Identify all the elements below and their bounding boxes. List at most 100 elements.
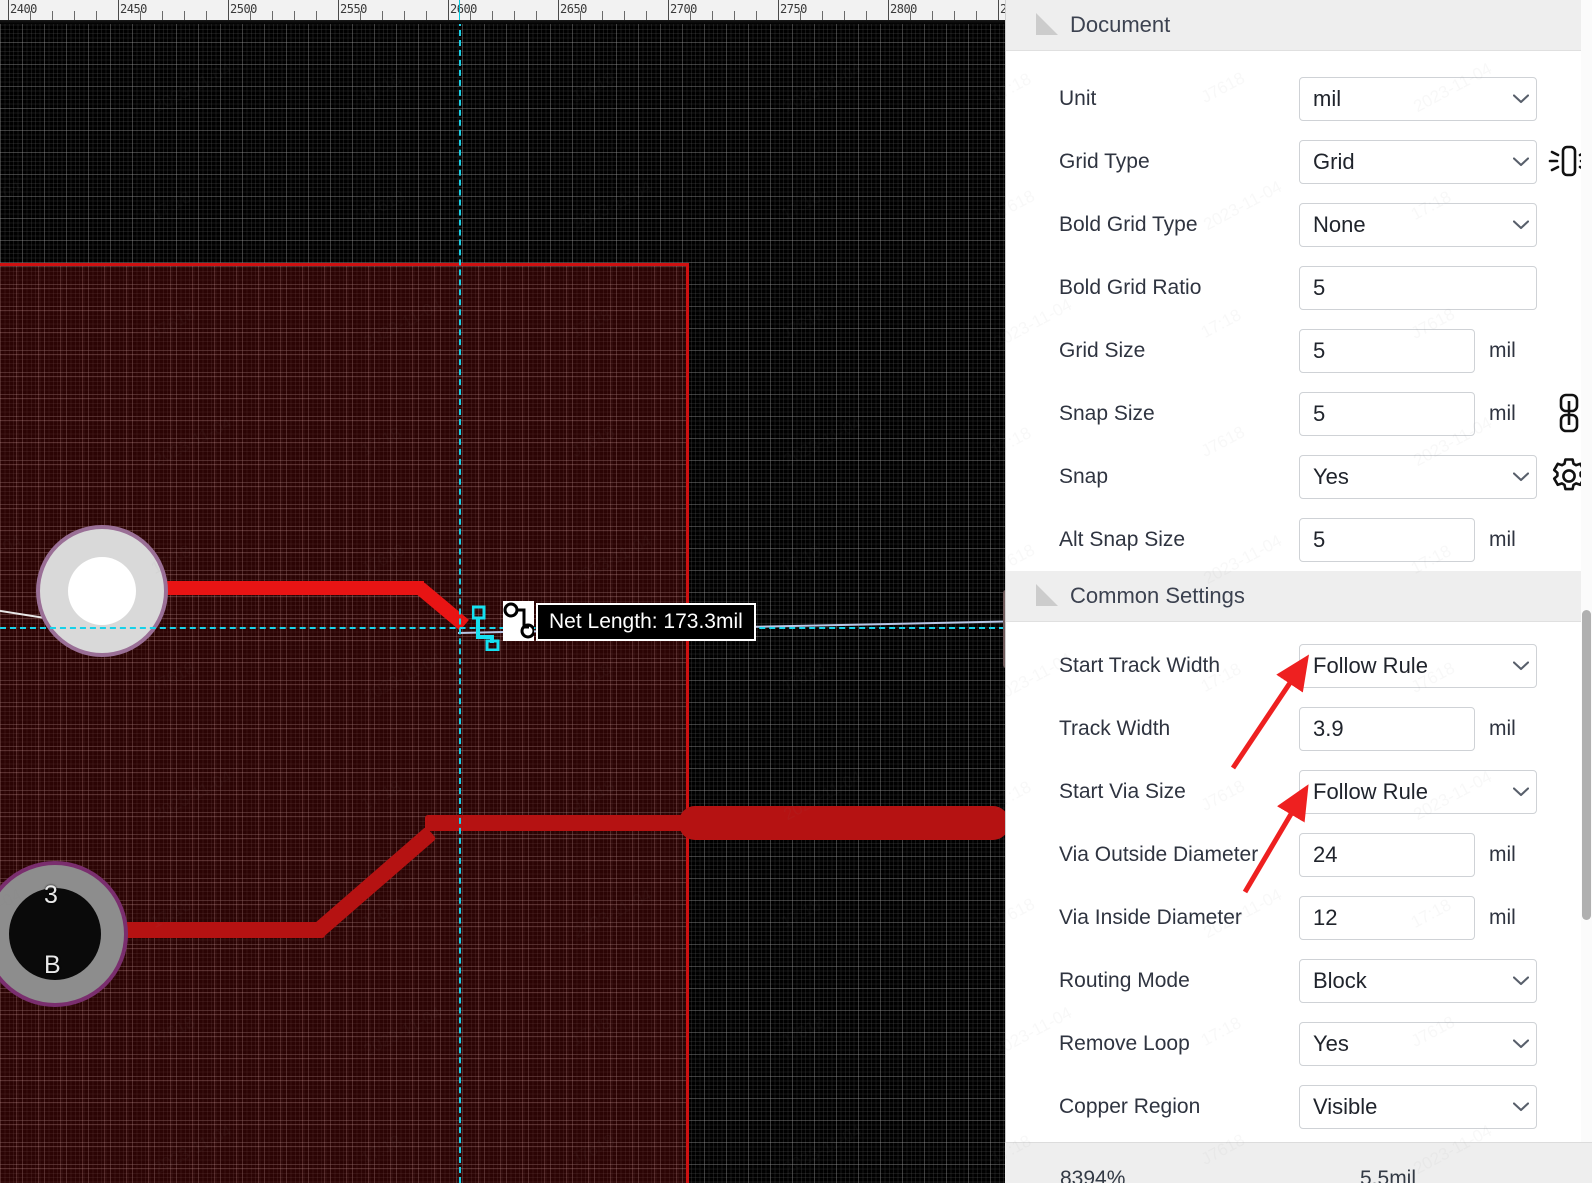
trace-segment-thick-right[interactable]: [679, 806, 1005, 840]
pad-highlighted[interactable]: [36, 525, 168, 657]
select-start-via-size[interactable]: Follow Rule: [1299, 769, 1537, 814]
select-routing-mode[interactable]: Block: [1299, 958, 1537, 1003]
status-bar: 8394% 5.5mil: [1005, 1142, 1592, 1183]
ruler-tick-minor: [470, 11, 471, 20]
ruler-tick-minor: [580, 11, 581, 20]
ruler-tick-minor: [294, 11, 295, 20]
chevron-down-icon[interactable]: [1506, 93, 1536, 104]
label-unit: Unit: [1059, 86, 1097, 110]
value-alt-snap-size: 5: [1313, 526, 1326, 552]
select-bold-grid-type[interactable]: None: [1299, 202, 1537, 247]
panel-collapse-handle[interactable]: [1003, 590, 1005, 668]
ruler-tick-minor: [624, 11, 625, 20]
trace-segment-horizontal-bottom-mid[interactable]: [425, 815, 683, 831]
row-grid-type: Grid Type Grid: [1006, 130, 1592, 193]
ruler-tick-major: [118, 0, 119, 20]
chevron-down-icon[interactable]: [1506, 156, 1536, 167]
ruler-tick-minor: [206, 11, 207, 20]
chevron-down-icon[interactable]: [1506, 219, 1536, 230]
input-alt-snap-size[interactable]: 5: [1299, 517, 1475, 562]
ruler-tick-minor: [426, 11, 427, 20]
input-bold-grid-ratio[interactable]: 5: [1299, 265, 1537, 310]
panel-scrollbar[interactable]: [1581, 0, 1592, 1183]
ruler-label: 2500: [230, 2, 257, 16]
section-title: Common Settings: [1070, 583, 1245, 608]
chevron-down-icon[interactable]: [1506, 660, 1536, 671]
ruler-tick-minor: [954, 11, 955, 20]
trace-segment-horizontal-bottom-left[interactable]: [110, 922, 325, 938]
value-start-via-size: Follow Rule: [1313, 778, 1428, 804]
unit-grid-size: mil: [1489, 338, 1516, 362]
chevron-down-icon[interactable]: [1506, 1101, 1536, 1112]
input-via-inside-diameter[interactable]: 12: [1299, 895, 1475, 940]
label-start-via-size: Start Via Size: [1059, 779, 1186, 803]
input-track-width[interactable]: 3.9: [1299, 706, 1475, 751]
ruler-tick-minor: [250, 11, 251, 20]
value-track-width: 3.9: [1313, 715, 1344, 741]
row-remove-loop: Remove Loop Yes: [1006, 1012, 1592, 1075]
row-bold-grid-type: Bold Grid Type None: [1006, 193, 1592, 256]
chevron-down-icon[interactable]: [1506, 786, 1536, 797]
ruler-tick-minor: [96, 11, 97, 20]
label-track-width: Track Width: [1059, 716, 1171, 740]
ruler-tick-major: [778, 0, 779, 20]
ruler-tick-minor: [74, 11, 75, 20]
section-rows: Unit mil Grid Type Grid Bold Grid Type None Bo…: [1006, 51, 1592, 571]
label-snap-size: Snap Size: [1059, 401, 1155, 425]
label-bold-grid-type: Bold Grid Type: [1059, 212, 1198, 236]
ruler-tick-minor: [800, 11, 801, 20]
value-bold-grid-type: None: [1313, 211, 1366, 237]
section-header-common-settings[interactable]: Common Settings: [1006, 571, 1592, 622]
ruler-tick-major: [888, 0, 889, 20]
select-unit[interactable]: mil: [1299, 76, 1537, 121]
properties-panel[interactable]: Document Unit mil Grid Type Grid Bold Grid Ty…: [1005, 0, 1592, 1183]
collapse-triangle-icon[interactable]: [1036, 13, 1058, 35]
section-header-document[interactable]: Document: [1006, 0, 1592, 51]
label-grid-size: Grid Size: [1059, 338, 1146, 362]
section-rows: Start Track Width Follow Rule Track Width 3…: [1006, 622, 1592, 1138]
horizontal-ruler[interactable]: 2400 2450 2500 2550 2600 2650 2700 2750 2800 285: [0, 0, 1005, 20]
ruler-tick-minor: [316, 11, 317, 20]
input-grid-size[interactable]: 5: [1299, 328, 1475, 373]
ruler-tick-major: [228, 0, 229, 20]
row-via-inside-diameter: Via Inside Diameter 12 mil: [1006, 886, 1592, 949]
ruler-tick-minor: [976, 11, 977, 20]
select-copper-region[interactable]: Visible: [1299, 1084, 1537, 1129]
trace-segment-horizontal-top[interactable]: [166, 581, 424, 595]
unit-alt-snap-size: mil: [1489, 527, 1516, 551]
ruler-label: 2450: [120, 2, 147, 16]
ruler-label: 2700: [670, 2, 697, 16]
copper-region-polygon[interactable]: [0, 263, 689, 1183]
status-coords: 5.5mil: [1360, 1167, 1417, 1183]
ruler-cursor-marker: [459, 0, 460, 20]
net-length-tooltip: Net Length: 173.3mil: [536, 603, 756, 641]
unit-via-inside-diameter: mil: [1489, 905, 1516, 929]
panel-scrollbar-thumb[interactable]: [1582, 610, 1591, 920]
unit-snap-size: mil: [1489, 401, 1516, 425]
ruler-tick-minor: [272, 11, 273, 20]
ruler-tick-minor: [140, 11, 141, 20]
ruler-tick-minor: [932, 11, 933, 20]
input-via-outside-diameter[interactable]: 24: [1299, 832, 1475, 877]
chevron-down-icon[interactable]: [1506, 471, 1536, 482]
select-start-track-width[interactable]: Follow Rule: [1299, 643, 1537, 688]
select-grid-type[interactable]: Grid: [1299, 139, 1537, 184]
select-remove-loop[interactable]: Yes: [1299, 1021, 1537, 1066]
chevron-down-icon[interactable]: [1506, 975, 1536, 986]
ruler-tick-minor: [360, 11, 361, 20]
collapse-triangle-icon[interactable]: [1036, 584, 1058, 606]
pcb-canvas[interactable]: 3 B Net Length: 173.3mil 2400 2450 2500 …: [0, 0, 1005, 1183]
value-grid-size: 5: [1313, 337, 1326, 363]
ruler-tick-minor: [866, 11, 867, 20]
section-title: Document: [1070, 12, 1171, 37]
label-via-inside-diameter: Via Inside Diameter: [1059, 905, 1242, 929]
copper-grid-overlay: [0, 266, 686, 1183]
route-track-icon: [471, 597, 536, 652]
select-snap[interactable]: Yes: [1299, 454, 1537, 499]
pad-label-layer: B: [44, 951, 61, 979]
unit-via-outside-diameter: mil: [1489, 842, 1516, 866]
chevron-down-icon[interactable]: [1506, 1038, 1536, 1049]
row-bold-grid-ratio: Bold Grid Ratio 5: [1006, 256, 1592, 319]
input-snap-size[interactable]: 5: [1299, 391, 1475, 436]
pcb-board[interactable]: 3 B Net Length: 173.3mil: [0, 20, 1005, 1183]
